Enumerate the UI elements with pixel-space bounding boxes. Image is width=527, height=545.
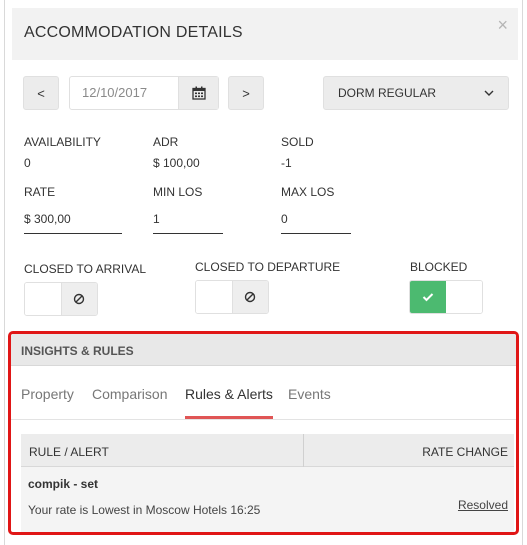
toggle-off-side [25, 283, 61, 315]
insights-tabs: Property Comparison Rules & Alerts Event… [11, 366, 516, 420]
resolved-link[interactable]: Resolved [458, 498, 508, 512]
tab-rules-alerts[interactable]: Rules & Alerts [185, 386, 273, 402]
column-divider [303, 434, 304, 467]
sold-label: SOLD [281, 135, 314, 149]
rule-name: compik - set [28, 477, 99, 491]
min-los-field[interactable]: 1 [153, 206, 223, 234]
tab-comparison[interactable]: Comparison [92, 386, 167, 402]
adr-label: ADR [153, 135, 179, 149]
next-date-label: > [242, 85, 250, 101]
insights-header: INSIGHTS & RULES [11, 334, 516, 366]
sold-value: -1 [281, 156, 292, 170]
ban-icon [60, 283, 97, 315]
column-header-rate-change: RATE CHANGE [422, 445, 508, 459]
rules-alerts-table: RULE / ALERT RATE CHANGE compik - set Yo… [21, 434, 514, 532]
insights-rules-panel: INSIGHTS & RULES Property Comparison Rul… [8, 331, 519, 535]
calendar-icon[interactable] [178, 77, 218, 109]
prev-date-label: < [37, 85, 45, 101]
closed-to-arrival-toggle[interactable] [24, 282, 98, 316]
accommodation-details-modal: ACCOMMODATION DETAILS × < 12/10/2017 > D [0, 0, 527, 545]
rate-label: RATE [24, 185, 56, 199]
tab-events[interactable]: Events [288, 386, 331, 402]
date-input[interactable]: 12/10/2017 [69, 76, 219, 110]
max-los-label: MAX LOS [281, 185, 335, 199]
room-type-value: DORM REGULAR [338, 86, 437, 100]
column-header-rule-alert: RULE / ALERT [29, 445, 109, 459]
availability-label: AVAILABILITY [24, 135, 101, 149]
modal-header: ACCOMMODATION DETAILS × [12, 8, 518, 60]
rate-field[interactable]: $ 300,00 [24, 206, 122, 234]
prev-date-button[interactable]: < [23, 76, 59, 110]
closed-to-departure-label: CLOSED TO DEPARTURE [195, 260, 341, 274]
min-los-label: MIN LOS [153, 185, 203, 199]
blocked-toggle[interactable] [409, 280, 483, 314]
insights-title: INSIGHTS & RULES [21, 344, 134, 358]
frame-border-right [522, 0, 523, 545]
rule-message: Your rate is Lowest in Moscow Hotels 16:… [28, 503, 261, 517]
closed-to-arrival-label: CLOSED TO ARRIVAL [24, 262, 147, 276]
blocked-label: BLOCKED [410, 260, 468, 274]
room-type-select[interactable]: DORM REGULAR [323, 76, 509, 110]
availability-value: 0 [24, 156, 31, 170]
adr-value: $ 100,00 [153, 156, 200, 170]
table-header: RULE / ALERT RATE CHANGE [21, 434, 514, 467]
frame-border-left [4, 0, 5, 545]
table-row: compik - set Your rate is Lowest in Mosc… [21, 467, 514, 532]
check-icon [410, 281, 446, 313]
tab-property[interactable]: Property [21, 386, 74, 402]
active-tab-indicator [185, 416, 273, 419]
toggle-off-side [196, 281, 232, 313]
chevron-down-icon [484, 87, 494, 99]
next-date-button[interactable]: > [228, 76, 264, 110]
ban-icon [231, 281, 268, 313]
modal-title: ACCOMMODATION DETAILS [24, 24, 243, 41]
max-los-field[interactable]: 0 [281, 206, 351, 234]
closed-to-departure-toggle[interactable] [195, 280, 269, 314]
date-value[interactable]: 12/10/2017 [70, 77, 178, 109]
close-icon[interactable]: × [497, 16, 508, 34]
toggle-off-side [446, 281, 482, 313]
